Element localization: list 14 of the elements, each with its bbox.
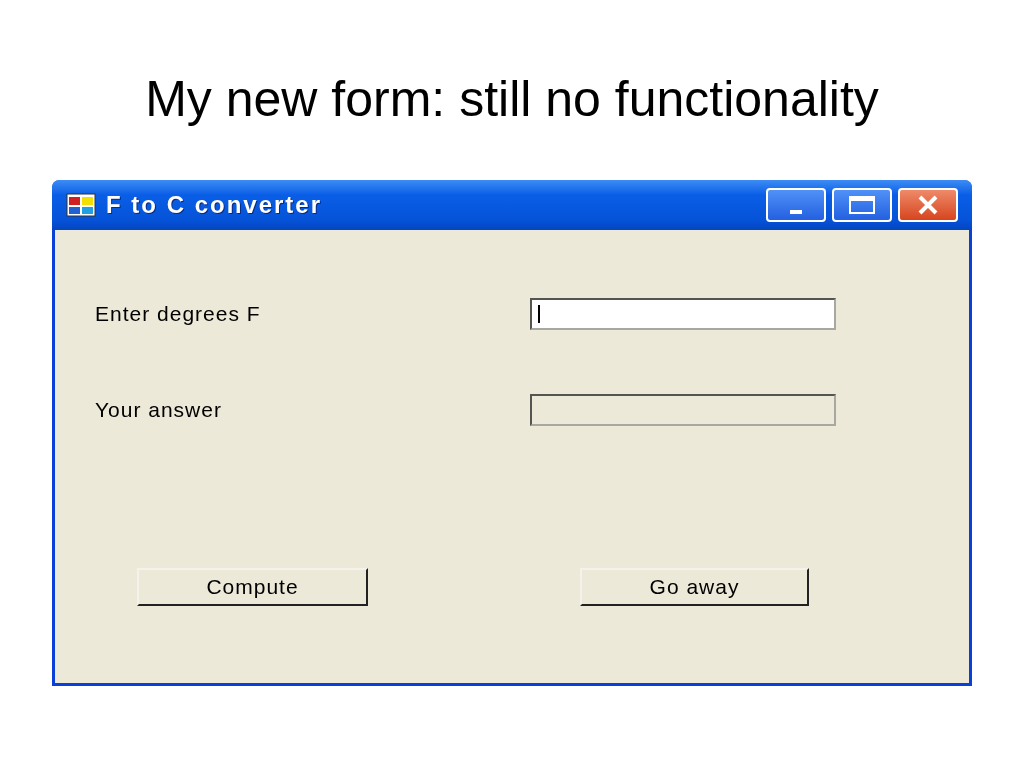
app-icon	[66, 193, 96, 217]
form-button[interactable]: Go away	[580, 568, 809, 606]
text-cursor	[538, 305, 540, 323]
close-button[interactable]	[898, 188, 958, 222]
input-field[interactable]	[530, 298, 836, 330]
field-label: Your answer	[95, 398, 223, 422]
minimize-icon	[790, 210, 802, 214]
window-title: F to C converter	[106, 191, 324, 219]
field-label: Enter degrees F	[95, 302, 262, 326]
slide-title: My new form: still no functionality	[144, 70, 880, 129]
maximize-icon	[847, 194, 877, 216]
maximize-button[interactable]	[832, 188, 892, 222]
minimize-button[interactable]	[766, 188, 826, 222]
form-button[interactable]: Compute	[137, 568, 368, 606]
